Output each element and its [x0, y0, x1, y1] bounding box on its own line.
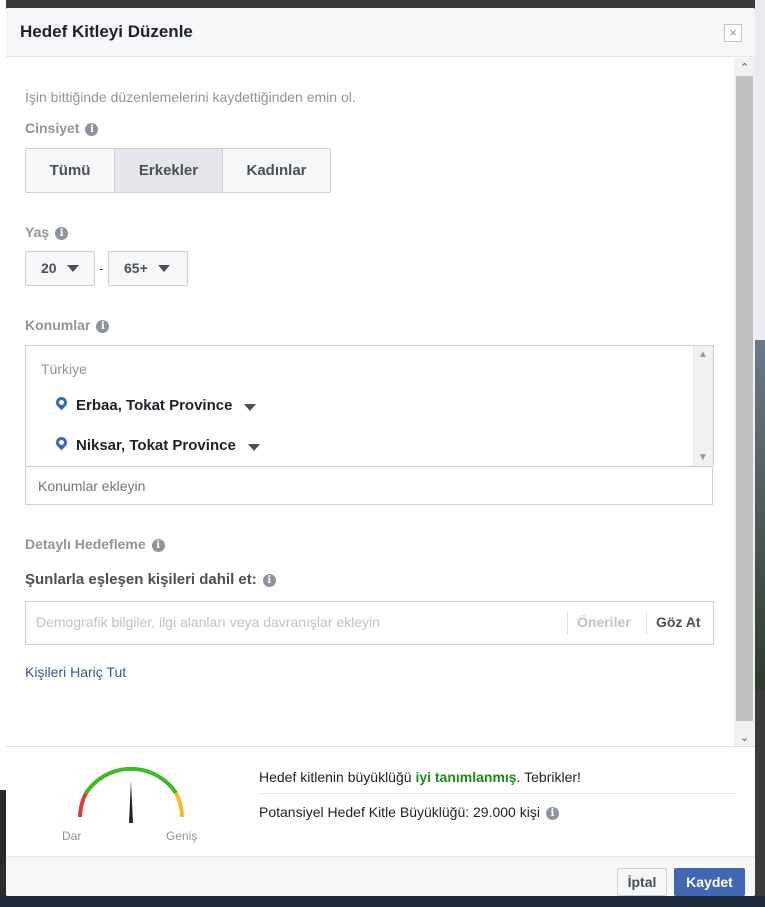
divider [567, 612, 568, 634]
scroll-down-icon[interactable]: ⌄ [738, 731, 751, 744]
audience-message-prefix: Hedef kitlenin büyüklüğü [259, 769, 416, 785]
location-item-label: Erbaa, Tokat Province [76, 397, 233, 414]
exclude-people-link[interactable]: Kişileri Hariç Tut [25, 664, 126, 680]
modal-title: Hedef Kitleyi Düzenle [20, 22, 193, 41]
audience-status-message: Hedef kitlenin büyüklüğü iyi tanımlanmış… [259, 769, 581, 785]
location-item: Niksar, Tokat Province [56, 437, 260, 454]
age-min-select[interactable]: 20 [25, 251, 95, 286]
modal-scrollbar[interactable]: ⌃ ⌄ [734, 58, 755, 746]
scroll-up-icon[interactable]: ▲ [698, 349, 708, 360]
save-hint: İşin bittiğinde düzenlemelerini kaydetti… [25, 89, 356, 105]
gauge-orange-segment [174, 792, 184, 818]
background-page-right [755, 0, 765, 340]
gender-men-button[interactable]: Erkekler [115, 149, 223, 192]
age-label-text: Yaş [25, 224, 50, 240]
modal-content: İşin bittiğinde düzenlemelerini kaydetti… [6, 58, 734, 746]
caret-down-icon [66, 265, 79, 272]
audience-message-suffix: . Tebrikler! [516, 769, 581, 785]
suggestions-button[interactable]: Öneriler [577, 614, 631, 630]
locations-scrollbar[interactable]: ▲ ▼ [693, 346, 713, 466]
locations-list: Türkiye Erbaa, Tokat Province Niksar, To… [25, 345, 714, 466]
gauge-high-label: Geniş [166, 829, 198, 843]
scroll-down-icon[interactable]: ▼ [698, 452, 708, 463]
location-dropdown-icon[interactable] [244, 404, 257, 411]
gender-label: Cinsiyet i [25, 120, 99, 136]
audience-summary: Dar Geniş Hedef kitlenin büyüklüğü iyi t… [6, 746, 755, 856]
location-item-label: Niksar, Tokat Province [76, 437, 236, 454]
gender-label-text: Cinsiyet [25, 120, 80, 136]
location-dropdown-icon[interactable] [247, 444, 260, 451]
caret-down-icon [157, 265, 170, 272]
audience-message-status: iyi tanımlanmış [415, 769, 517, 785]
info-icon[interactable]: i [545, 807, 559, 820]
browse-button[interactable]: Göz At [656, 614, 701, 630]
gauge-low-label: Dar [62, 829, 82, 843]
detailed-targeting-box: Demografik bilgiler, ilgi alanları veya … [25, 601, 714, 645]
gender-selector: Tümü Erkekler Kadınlar [25, 148, 331, 193]
audience-size-text: Potansiyel Hedef Kitle Büyüklüğü: 29.000… [259, 804, 540, 820]
gauge-red-segment [78, 792, 88, 818]
gender-all-button[interactable]: Tümü [26, 149, 115, 192]
age-separator: - [99, 260, 104, 276]
save-button[interactable]: Kaydet [674, 868, 745, 896]
audience-size: Potansiyel Hedef Kitle Büyüklüğü: 29.000… [259, 804, 559, 820]
edit-audience-modal: Hedef Kitleyi Düzenle × İşin bittiğinde … [6, 8, 755, 896]
info-icon[interactable]: i [85, 123, 99, 136]
detailed-targeting-label-text: Detaylı Hedefleme [25, 536, 146, 552]
taskbar [0, 896, 765, 907]
scroll-thumb[interactable] [736, 76, 753, 721]
map-pin-icon [56, 397, 68, 411]
cancel-button[interactable]: İptal [617, 868, 667, 896]
info-icon[interactable]: i [151, 539, 165, 552]
detailed-targeting-label: Detaylı Hedefleme i [25, 536, 165, 552]
locations-input[interactable] [25, 466, 713, 505]
locations-label: Konumlar i [25, 317, 110, 333]
age-max-select[interactable]: 65+ [108, 251, 188, 286]
detailed-targeting-input[interactable]: Demografik bilgiler, ilgi alanları veya … [36, 614, 380, 630]
audience-gauge [78, 766, 184, 823]
locations-label-text: Konumlar [25, 317, 91, 333]
include-label-text: Şunlarla eşleşen kişileri dahil et: [25, 571, 257, 588]
map-pin-icon [56, 437, 68, 451]
info-icon[interactable]: i [55, 227, 69, 240]
divider [259, 793, 735, 794]
age-label: Yaş i [25, 224, 69, 240]
info-icon[interactable]: i [96, 320, 110, 333]
close-icon[interactable]: × [724, 24, 742, 42]
location-country: Türkiye [41, 361, 87, 377]
scroll-up-icon[interactable]: ⌃ [738, 61, 751, 74]
info-icon[interactable]: i [262, 574, 276, 587]
age-max-value: 65+ [124, 260, 148, 276]
gender-women-button[interactable]: Kadınlar [223, 149, 330, 192]
modal-header: Hedef Kitleyi Düzenle × [6, 8, 755, 57]
divider [646, 612, 647, 634]
background-image [755, 340, 765, 690]
age-min-value: 20 [41, 260, 57, 276]
gauge-needle [129, 781, 133, 823]
location-item: Erbaa, Tokat Province [56, 397, 257, 414]
include-label: Şunlarla eşleşen kişileri dahil et: i [25, 571, 276, 588]
modal-footer: İptal Kaydet [6, 856, 755, 896]
